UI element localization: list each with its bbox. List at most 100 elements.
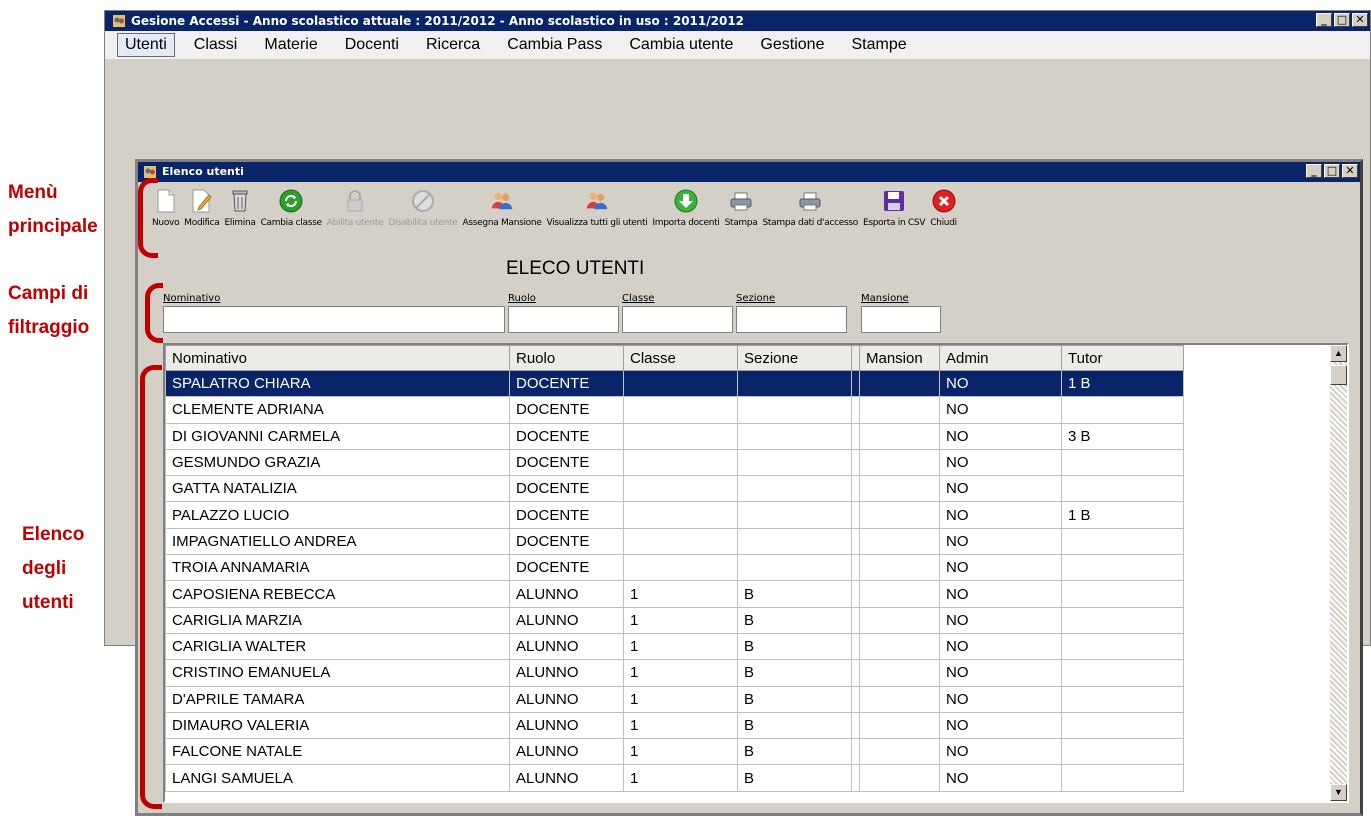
column-header[interactable]: Classe: [623, 345, 738, 371]
mansione-field[interactable]: [861, 306, 941, 333]
table-row[interactable]: CARIGLIA WALTER ALUNNO 1 B NO: [165, 632, 1184, 661]
elimina-button[interactable]: Elimina: [225, 186, 256, 228]
sezione-field[interactable]: [736, 306, 847, 333]
modifica-button[interactable]: Modifica: [184, 186, 220, 228]
scroll-down-button[interactable]: ▼: [1330, 784, 1347, 801]
table-cell: IMPAGNATIELLO ANDREA: [165, 527, 510, 556]
close-button[interactable]: ✕: [1352, 13, 1368, 27]
table-row[interactable]: D'APRILE TAMARA ALUNNO 1 B NO: [165, 685, 1184, 713]
scroll-thumb[interactable]: [1330, 365, 1347, 385]
table-cell: SPALATRO CHIARA: [165, 369, 510, 398]
table-row[interactable]: SPALATRO CHIARA DOCENTE NO 1 B: [165, 369, 1184, 398]
menu-docenti[interactable]: Docenti: [337, 33, 407, 57]
table-row[interactable]: DIMAURO VALERIA ALUNNO 1 B NO: [165, 711, 1184, 740]
menu-stampe[interactable]: Stampe: [843, 33, 914, 57]
toolbar-label: Visualizza tutti gli utenti: [546, 218, 648, 228]
disable-icon: [411, 189, 435, 213]
assegna-mansione-button[interactable]: Assegna Mansione: [463, 186, 542, 228]
table-cell: [1061, 448, 1184, 477]
minimize-button[interactable]: _: [1316, 13, 1332, 27]
table-cell: DIMAURO VALERIA: [165, 711, 510, 740]
chiudi-button[interactable]: Chiudi: [930, 186, 957, 228]
table-row[interactable]: CRISTINO EMANUELA ALUNNO 1 B NO: [165, 659, 1184, 687]
child-close-button[interactable]: ✕: [1342, 164, 1358, 178]
table-cell: FALCONE NATALE: [165, 738, 510, 766]
table-row[interactable]: DI GIOVANNI CARMELA DOCENTE NO 3 B: [165, 422, 1184, 450]
esporta-csv-button[interactable]: Esporta in CSV: [863, 186, 926, 228]
table-row[interactable]: PALAZZO LUCIO DOCENTE NO 1 B: [165, 501, 1184, 529]
maximize-button[interactable]: □: [1334, 13, 1350, 27]
column-header[interactable]: Nominativo: [165, 345, 510, 371]
users-grid[interactable]: Nominativo Ruolo Classe Sezione Mansion …: [163, 343, 1349, 803]
annotation-line: filtraggio: [8, 317, 90, 338]
menu-classi[interactable]: Classi: [186, 33, 246, 57]
column-header[interactable]: Mansion: [859, 345, 940, 371]
table-cell: [859, 738, 940, 766]
menu-utenti[interactable]: Utenti: [117, 33, 175, 57]
floppy-icon: [882, 189, 906, 213]
filter-mansione: Mansione: [861, 293, 941, 333]
table-row[interactable]: IMPAGNATIELLO ANDREA DOCENTE NO: [165, 527, 1184, 556]
stampa-button[interactable]: Stampa: [725, 186, 758, 228]
abilita-utente-button[interactable]: Abilita utente: [327, 186, 384, 228]
child-maximize-button[interactable]: □: [1324, 164, 1340, 178]
table-cell: 1: [623, 580, 738, 608]
header-row: Nominativo Ruolo Classe Sezione Mansion …: [165, 345, 1184, 371]
importa-docenti-button[interactable]: Importa docenti: [652, 186, 720, 228]
toolbar-label: Cambia classe: [260, 218, 322, 228]
table-cell: CARIGLIA WALTER: [165, 632, 510, 661]
table-row[interactable]: CLEMENTE ADRIANA DOCENTE NO: [165, 396, 1184, 424]
users-window-titlebar[interactable]: Elenco utenti _ □ ✕: [138, 162, 1360, 182]
scroll-up-button[interactable]: ▲: [1330, 345, 1347, 362]
toolbar-label: Stampa dati d'accesso: [762, 218, 859, 228]
menu-cambia-pass[interactable]: Cambia Pass: [499, 33, 610, 57]
table-cell: B: [737, 580, 852, 608]
table-cell: ALUNNO: [509, 764, 624, 792]
table-cell: [859, 422, 940, 450]
refresh-icon: [279, 189, 303, 213]
menu-materie[interactable]: Materie: [256, 33, 325, 57]
table-cell: [859, 606, 940, 634]
table-cell: [1061, 659, 1184, 687]
column-header[interactable]: Sezione: [737, 345, 852, 371]
table-row[interactable]: GESMUNDO GRAZIA DOCENTE NO: [165, 448, 1184, 477]
visualizza-tutti-button[interactable]: Visualizza tutti gli utenti: [547, 186, 648, 228]
child-minimize-button[interactable]: _: [1306, 164, 1322, 178]
ruolo-field[interactable]: [508, 306, 619, 333]
column-header[interactable]: Tutor: [1061, 345, 1184, 371]
menu-ricerca[interactable]: Ricerca: [418, 33, 488, 57]
table-cell: [737, 475, 852, 503]
table-cell: [859, 501, 940, 529]
column-header[interactable]: Admin: [939, 345, 1062, 371]
menu-cambia-utente[interactable]: Cambia utente: [621, 33, 741, 57]
table-cell: [623, 422, 738, 450]
users-icon: [585, 189, 609, 213]
toolbar-label: Abilita utente: [326, 218, 384, 228]
menu-gestione[interactable]: Gestione: [752, 33, 832, 57]
nominativo-field[interactable]: [163, 306, 505, 333]
main-titlebar[interactable]: Gesione Accessi - Anno scolastico attual…: [105, 11, 1370, 31]
table-row[interactable]: GATTA NATALIZIA DOCENTE NO: [165, 475, 1184, 503]
table-cell: [859, 659, 940, 687]
classe-field[interactable]: [622, 306, 733, 333]
stampa-dati-accesso-button[interactable]: Stampa dati d'accesso: [763, 186, 858, 228]
table-row[interactable]: CARIGLIA MARZIA ALUNNO 1 B NO: [165, 606, 1184, 634]
table-cell: DOCENTE: [509, 501, 624, 529]
table-row[interactable]: LANGI SAMUELA ALUNNO 1 B NO: [165, 764, 1184, 792]
column-header[interactable]: Ruolo: [509, 345, 624, 371]
table-cell: [1061, 554, 1184, 582]
table-row[interactable]: FALCONE NATALE ALUNNO 1 B NO: [165, 738, 1184, 766]
table-cell: 1 B: [1061, 369, 1184, 398]
table-cell: DOCENTE: [509, 527, 624, 556]
disabilita-utente-button[interactable]: Disabilita utente: [388, 186, 458, 228]
column-header[interactable]: [851, 345, 860, 371]
table-row[interactable]: TROIA ANNAMARIA DOCENTE NO: [165, 554, 1184, 582]
table-cell: CAPOSIENA REBECCA: [165, 580, 510, 608]
table-row[interactable]: CAPOSIENA REBECCA ALUNNO 1 B NO: [165, 580, 1184, 608]
table-cell: NO: [939, 580, 1062, 608]
table-cell: NO: [939, 448, 1062, 477]
vertical-scrollbar[interactable]: ▲ ▼: [1330, 345, 1347, 801]
table-cell: [859, 554, 940, 582]
toolbar-label: Chiudi: [930, 218, 957, 228]
cambia-classe-button[interactable]: Cambia classe: [261, 186, 322, 228]
